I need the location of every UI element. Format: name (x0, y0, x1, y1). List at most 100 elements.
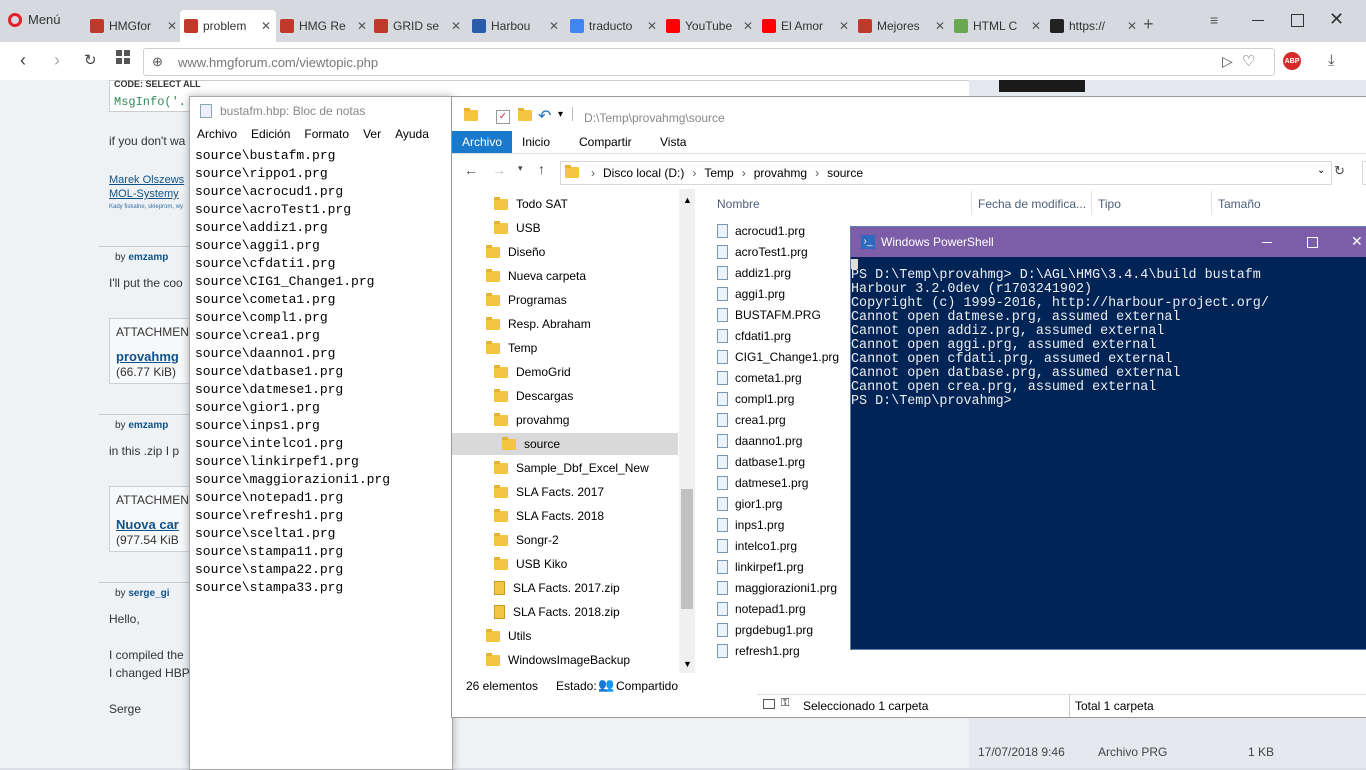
tree-item[interactable]: Resp. Abraham (486, 313, 591, 335)
url-field[interactable]: ⊕ www.hmgforum.com/viewtopic.php ▷ ♡ (143, 48, 1275, 76)
browser-tab[interactable]: YouTube ✕ (662, 10, 758, 42)
tree-item[interactable]: Descargas (494, 385, 573, 407)
file-row[interactable]: crea1.prg (717, 410, 786, 430)
tree-item[interactable]: source (452, 433, 678, 455)
file-row[interactable]: acroTest1.prg (717, 242, 808, 262)
new-tab-button[interactable]: + (1143, 14, 1154, 35)
tree-item[interactable]: provahmg (494, 409, 569, 431)
file-row[interactable]: BUSTAFM.PRG (717, 305, 821, 325)
column-header[interactable]: Fecha de modifica... (978, 197, 1086, 211)
file-row[interactable]: acrocud1.prg (717, 221, 805, 241)
file-row[interactable]: inps1.prg (717, 515, 784, 535)
tab-menu-icon[interactable]: ≡ (1210, 12, 1218, 28)
menu-item[interactable]: Ayuda (388, 125, 436, 145)
back-arrow-icon[interactable]: ← (464, 162, 478, 178)
maximize-button[interactable] (1307, 237, 1318, 248)
breadcrumb-item[interactable]: Disco local (D:) (603, 166, 684, 180)
attachment-link[interactable]: provahmg (116, 349, 179, 364)
console-output[interactable]: PS D:\Temp\provahmg> D:\AGL\HMG\3.4.4\bu… (851, 269, 1269, 409)
breadcrumb-separator-icon[interactable]: › (692, 166, 696, 180)
tree-item[interactable]: Nueva carpeta (486, 265, 586, 287)
close-tab-icon[interactable]: ✕ (549, 19, 559, 33)
tree-item[interactable]: Utils (486, 625, 531, 647)
search-box[interactable] (1362, 161, 1366, 185)
browser-tab[interactable]: Harbou ✕ (468, 10, 564, 42)
scroll-thumb[interactable] (681, 489, 693, 609)
file-row[interactable]: intelco1.prg (717, 536, 797, 556)
tree-item[interactable]: SLA Facts. 2018 (494, 505, 604, 527)
scroll-down-icon[interactable]: ▼ (683, 659, 692, 669)
close-tab-icon[interactable]: ✕ (451, 19, 461, 33)
file-row[interactable]: linkirpef1.prg (717, 557, 804, 577)
breadcrumb-item[interactable]: source (827, 166, 863, 180)
file-row[interactable]: datbase1.prg (717, 452, 805, 472)
ribbon-tab[interactable]: Compartir (569, 131, 642, 153)
up-arrow-icon[interactable]: ↑ (538, 161, 545, 177)
minimize-button[interactable] (1262, 242, 1272, 243)
forward-arrow-icon[interactable]: → (492, 162, 506, 178)
signature-link[interactable]: MOL-Systemy (109, 188, 179, 200)
browser-menu-button[interactable]: Menú (8, 12, 61, 27)
minimize-button[interactable] (1252, 20, 1264, 21)
close-tab-icon[interactable]: ✕ (743, 19, 753, 33)
back-icon[interactable]: ‹ (20, 50, 26, 71)
file-row[interactable]: aggi1.prg (717, 284, 785, 304)
menu-item[interactable]: Archivo (190, 125, 244, 145)
close-tab-icon[interactable]: ✕ (1031, 19, 1041, 33)
file-row[interactable]: addiz1.prg (717, 263, 791, 283)
scroll-up-icon[interactable]: ▲ (683, 195, 692, 205)
file-row[interactable]: notepad1.prg (717, 599, 806, 619)
file-row[interactable]: cfdati1.prg (717, 326, 791, 346)
close-tab-icon[interactable]: ✕ (647, 19, 657, 33)
column-header[interactable]: Tamaño (1218, 197, 1261, 211)
notepad-text-area[interactable]: source\bustafm.prg source\rippo1.prg sourc… (195, 147, 390, 597)
browser-tab[interactable]: Mejores ✕ (854, 10, 950, 42)
menu-item[interactable]: Formato (297, 125, 356, 145)
maximize-button[interactable] (1291, 14, 1304, 27)
file-row[interactable]: refresh1.prg (717, 641, 800, 661)
browser-tab[interactable]: traducto ✕ (566, 10, 662, 42)
ribbon-tab[interactable]: Vista (650, 131, 696, 153)
close-tab-icon[interactable]: ✕ (839, 19, 849, 33)
tree-item[interactable]: Sample_Dbf_Excel_New (494, 457, 649, 479)
close-button[interactable]: ✕ (1329, 9, 1344, 30)
signature-link[interactable]: Marek Olszews (109, 174, 184, 186)
close-button[interactable]: ✕ (1351, 233, 1363, 250)
heart-icon[interactable]: ♡ (1242, 52, 1255, 70)
browser-tab[interactable]: HMGfor ✕ (86, 10, 182, 42)
file-row[interactable]: daanno1.prg (717, 431, 802, 451)
tree-item[interactable]: SLA Facts. 2017.zip (494, 577, 620, 599)
tree-item[interactable]: WindowsImageBackup (486, 649, 630, 671)
tree-item[interactable]: SLA Facts. 2018.zip (494, 601, 620, 623)
recent-chevron-icon[interactable]: ▾ (518, 163, 523, 174)
tree-item[interactable]: SLA Facts. 2017 (494, 481, 604, 503)
browser-tab[interactable]: El Amor ✕ (758, 10, 854, 42)
new-folder-icon[interactable] (518, 108, 540, 124)
chevron-down-icon[interactable]: ▾ (558, 109, 563, 120)
tree-item[interactable]: Programas (486, 289, 567, 311)
file-row[interactable]: gior1.prg (717, 494, 782, 514)
breadcrumb-item[interactable]: Temp (704, 166, 733, 180)
reload-icon[interactable]: ↻ (84, 51, 97, 69)
menu-item[interactable]: Ver (356, 125, 388, 145)
speed-dial-icon[interactable] (116, 50, 130, 64)
breadcrumb-separator-icon[interactable]: › (591, 166, 595, 180)
file-row[interactable]: CIG1_Change1.prg (717, 347, 839, 367)
chevron-down-icon[interactable]: ⌄ (1317, 165, 1325, 176)
close-tab-icon[interactable]: ✕ (261, 19, 271, 33)
close-tab-icon[interactable]: ✕ (167, 19, 177, 33)
browser-tab[interactable]: GRID se ✕ (370, 10, 466, 42)
tree-item[interactable]: Diseño (486, 241, 545, 263)
refresh-icon[interactable]: ↻ (1334, 163, 1345, 179)
explorer-address-bar[interactable]: › Disco local (D:) › Temp › provahmg › source ⌄ (560, 161, 1332, 185)
close-tab-icon[interactable]: ✕ (935, 19, 945, 33)
tree-item[interactable]: Songr-2 (494, 529, 559, 551)
tree-item[interactable]: Temp (486, 337, 537, 359)
close-tab-icon[interactable]: ✕ (357, 19, 367, 33)
browser-tab[interactable]: https:// ✕ (1046, 10, 1142, 42)
file-row[interactable]: datmese1.prg (717, 473, 808, 493)
properties-icon[interactable]: ✓ (496, 110, 510, 124)
breadcrumb-separator-icon[interactable]: › (815, 166, 819, 180)
tree-scrollbar[interactable]: ▲ ▼ (679, 189, 695, 673)
attachment-link[interactable]: Nuova car (116, 517, 179, 532)
